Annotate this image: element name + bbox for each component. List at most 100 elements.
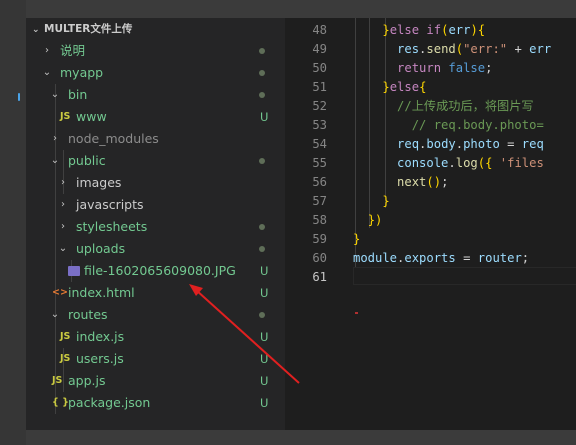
tree-item-label: public bbox=[68, 153, 106, 168]
tree-file[interactable]: JS index.js U bbox=[26, 326, 285, 348]
chevron-right-icon: › bbox=[53, 133, 57, 144]
stray-mark bbox=[355, 312, 358, 314]
tree-item-label: images bbox=[76, 175, 122, 190]
tree-item-label: uploads bbox=[76, 241, 126, 256]
code-text: // req.body.photo= bbox=[411, 118, 544, 132]
modified-dot-icon bbox=[259, 312, 265, 318]
code-text: }else{ bbox=[382, 80, 427, 94]
tree-item-label: stylesheets bbox=[76, 219, 148, 234]
chevron-right-icon: › bbox=[45, 45, 49, 56]
tree-file[interactable]: file-1602065609080.JPG U bbox=[26, 260, 285, 282]
explorer-section-title: MULTER文件上传 bbox=[44, 23, 133, 35]
chevron-down-icon: ⌄ bbox=[32, 25, 40, 35]
tree-item-label: package.json bbox=[68, 395, 151, 410]
tree-folder[interactable]: ⌄ myapp bbox=[26, 62, 285, 84]
line-number: 56 bbox=[312, 175, 327, 189]
tree-file[interactable]: <> index.html U bbox=[26, 282, 285, 304]
tree-item-label: routes bbox=[68, 307, 108, 322]
explorer-section-header[interactable]: ⌄ MULTER文件上传 bbox=[26, 18, 285, 40]
js-file-icon: JS bbox=[60, 331, 71, 342]
tree-file[interactable]: JS app.js U bbox=[26, 370, 285, 392]
line-number: 59 bbox=[312, 232, 327, 246]
git-status-badge: U bbox=[260, 286, 269, 300]
git-status-badge: U bbox=[260, 352, 269, 366]
line-number: 50 bbox=[312, 61, 327, 75]
modified-dot-icon bbox=[259, 70, 265, 76]
tree-folder[interactable]: › 说明 bbox=[26, 40, 285, 62]
chevron-down-icon: ⌄ bbox=[42, 67, 52, 78]
line-number: 54 bbox=[312, 137, 327, 151]
line-number: 55 bbox=[312, 156, 327, 170]
tree-item-label: node_modules bbox=[68, 131, 159, 146]
modified-dot-icon bbox=[259, 158, 265, 164]
code-text: }else if(err){ bbox=[382, 23, 486, 37]
code-text: next(); bbox=[397, 175, 449, 189]
tree-item-label: bin bbox=[68, 87, 88, 102]
chevron-down-icon: ⌄ bbox=[50, 309, 60, 320]
js-file-icon: JS bbox=[60, 353, 71, 364]
tree-item-label: javascripts bbox=[76, 197, 144, 212]
modified-dot-icon bbox=[259, 246, 265, 252]
tree-folder[interactable]: ⌄ public bbox=[26, 150, 285, 172]
tree-folder[interactable]: ⌄ routes bbox=[26, 304, 285, 326]
git-status-badge: U bbox=[260, 374, 269, 388]
tree-item-label: 说明 bbox=[60, 43, 86, 58]
activity-bar bbox=[0, 0, 26, 445]
tree-item-label: myapp bbox=[60, 65, 104, 80]
line-number: 51 bbox=[312, 80, 327, 94]
code-text: return false; bbox=[397, 61, 493, 75]
json-file-icon: { } bbox=[52, 397, 69, 408]
file-tree: › 说明 ⌄ myapp ⌄ bin JS www U › node_modules ⌄ public ›… bbox=[26, 40, 285, 414]
line-number: 52 bbox=[312, 99, 327, 113]
code-text: } bbox=[382, 194, 390, 208]
activity-indicator bbox=[18, 93, 20, 101]
tree-file[interactable]: JS users.js U bbox=[26, 348, 285, 370]
app-frame: ⌄ MULTER文件上传 › 说明 ⌄ myapp ⌄ bin JS www U › node_mod… bbox=[0, 0, 576, 445]
code-text: }) bbox=[367, 213, 383, 227]
tree-item-label: index.js bbox=[76, 329, 125, 344]
tree-file[interactable]: JS www U bbox=[26, 106, 285, 128]
line-number: 60 bbox=[312, 251, 327, 265]
js-file-icon: JS bbox=[52, 375, 63, 386]
tree-folder[interactable]: › node_modules bbox=[26, 128, 285, 150]
tree-folder[interactable]: › stylesheets bbox=[26, 216, 285, 238]
code-text: req.body.photo = req bbox=[397, 137, 544, 151]
explorer-sidebar: ⌄ MULTER文件上传 › 说明 ⌄ myapp ⌄ bin JS www U › node_mod… bbox=[26, 18, 285, 430]
git-status-badge: U bbox=[260, 264, 269, 278]
tree-folder[interactable]: ⌄ bin bbox=[26, 84, 285, 106]
code-text: module.exports = router; bbox=[353, 251, 530, 265]
modified-dot-icon bbox=[259, 48, 265, 54]
tree-item-label: index.html bbox=[68, 285, 135, 300]
chevron-right-icon: › bbox=[61, 199, 65, 210]
code-text: } bbox=[353, 232, 361, 246]
code-text: console.log({ 'files bbox=[397, 156, 544, 170]
code-text: res.send("err:" + err bbox=[397, 42, 552, 56]
code-editor[interactable]: 48 }else if(err){ 49 res.send("err:" + er… bbox=[285, 18, 576, 430]
chevron-right-icon: › bbox=[61, 177, 65, 188]
code-text: //上传成功后，将图片写 bbox=[397, 99, 534, 113]
tree-folder[interactable]: › javascripts bbox=[26, 194, 285, 216]
line-number: 48 bbox=[312, 23, 327, 37]
current-line-highlight bbox=[353, 267, 576, 285]
modified-dot-icon bbox=[259, 92, 265, 98]
line-number: 61 bbox=[312, 270, 327, 284]
tree-item-label: app.js bbox=[68, 373, 106, 388]
git-status-badge: U bbox=[260, 396, 269, 410]
tree-folder[interactable]: ⌄ uploads bbox=[26, 238, 285, 260]
line-number: 49 bbox=[312, 42, 327, 56]
line-number: 53 bbox=[312, 118, 327, 132]
line-number: 58 bbox=[312, 213, 327, 227]
tree-item-label: file-1602065609080.JPG bbox=[84, 263, 236, 278]
tree-item-label: users.js bbox=[76, 351, 124, 366]
tree-folder[interactable]: › images bbox=[26, 172, 285, 194]
html-file-icon: <> bbox=[52, 287, 68, 298]
git-status-badge: U bbox=[260, 330, 269, 344]
tree-file[interactable]: { } package.json U bbox=[26, 392, 285, 414]
chevron-down-icon: ⌄ bbox=[58, 243, 68, 254]
chevron-right-icon: › bbox=[61, 221, 65, 232]
chevron-down-icon: ⌄ bbox=[50, 155, 60, 166]
tree-item-label: www bbox=[76, 109, 107, 124]
chevron-down-icon: ⌄ bbox=[50, 89, 60, 100]
git-status-badge: U bbox=[260, 110, 269, 124]
js-file-icon: JS bbox=[60, 111, 71, 122]
